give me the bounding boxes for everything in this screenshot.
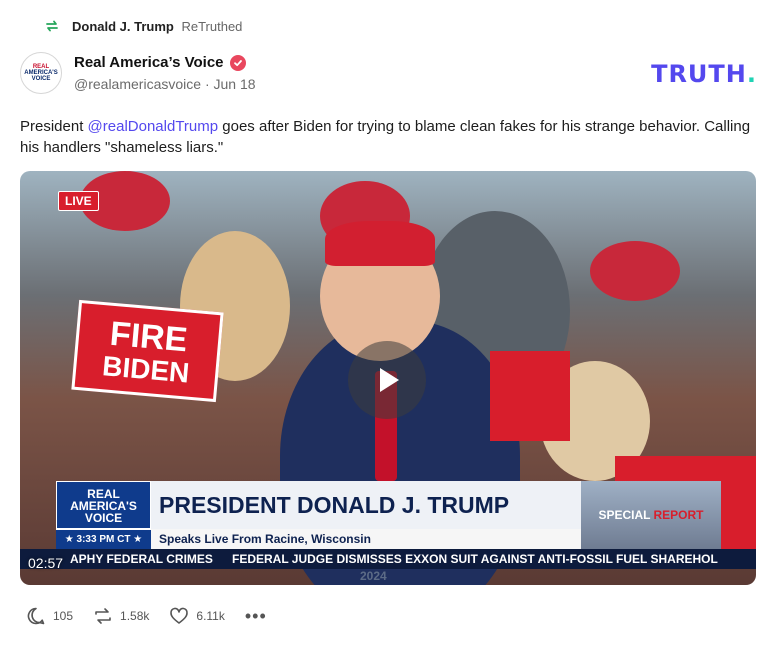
post-date[interactable]: Jun 18	[214, 76, 256, 92]
reply-icon	[27, 607, 45, 625]
report-label: REPORT	[653, 508, 704, 522]
truth-logo[interactable]: TRUTH.	[651, 60, 757, 88]
separator-dot: ·	[204, 76, 214, 92]
subheadline: Speaks Live From Racine, Wisconsin	[151, 529, 581, 549]
retruth-label: ReTruthed	[181, 18, 243, 34]
author-handle[interactable]: @realamericasvoice	[74, 76, 201, 92]
retruth-action-icon	[95, 608, 111, 624]
like-button[interactable]: 6.11k	[169, 606, 225, 626]
retruth-button[interactable]: 1.58k	[93, 606, 149, 626]
headline: PRESIDENT DONALD J. TRUMP	[151, 481, 581, 529]
heart-icon	[170, 607, 189, 624]
speaker-hat	[325, 221, 435, 266]
network-line-3: VOICE	[84, 511, 123, 525]
play-button[interactable]	[348, 341, 426, 419]
post-text-start: President	[20, 118, 88, 135]
post-author: REAL AMERICA'S VOICE Real America’s Voic…	[20, 52, 256, 94]
video-duration: 02:57	[28, 555, 64, 571]
ticker-year: 2024	[360, 569, 387, 583]
truth-logo-text: TRUTH	[651, 60, 747, 88]
fire-biden-sign: FIRE BIDEN	[71, 299, 224, 403]
verified-badge-icon	[229, 54, 246, 71]
reply-button[interactable]: 105	[26, 606, 73, 626]
news-ticker: APHY FEDERAL CRIMES FEDERAL JUDGE DISMIS…	[20, 549, 756, 569]
ticker-left: APHY FEDERAL CRIMES	[70, 552, 213, 566]
retruth-header: Donald J. Trump ReTruthed	[44, 18, 242, 34]
special-label: SPECIAL	[598, 508, 651, 522]
play-icon	[380, 368, 399, 392]
truth-logo-dot: .	[746, 60, 757, 88]
retruth-user-name[interactable]: Donald J. Trump	[72, 19, 174, 34]
retruth-icon	[44, 18, 60, 34]
retruth-count: 1.58k	[120, 609, 150, 623]
more-options-button[interactable]: •••	[244, 606, 267, 626]
avatar[interactable]: REAL AMERICA'S VOICE	[20, 52, 62, 94]
special-report-graphic: SPECIAL REPORT	[581, 481, 721, 549]
more-icon: •••	[244, 606, 267, 626]
reply-count: 105	[53, 609, 74, 623]
post-actions: 105 1.58k 6.11k •••	[26, 606, 267, 626]
live-badge: LIVE	[58, 191, 99, 211]
mention-link[interactable]: @realDonaldTrump	[88, 118, 219, 135]
author-display-name[interactable]: Real America’s Voice	[74, 54, 224, 71]
like-count: 6.11k	[196, 609, 225, 623]
avatar-text-3: VOICE	[31, 76, 51, 82]
post-body: President @realDonaldTrump goes after Bi…	[20, 116, 760, 158]
network-logo: REAL AMERICA'S VOICE	[56, 481, 151, 529]
video-player[interactable]: FIRE BIDEN LIVE REAL AMERICA'S VOICE ★ 3…	[20, 171, 756, 585]
news-lower-third: REAL AMERICA'S VOICE ★ 3:33 PM CT ★ PRES…	[56, 481, 721, 549]
broadcast-time: ★ 3:33 PM CT ★	[56, 529, 151, 549]
crowd-hat	[590, 241, 680, 301]
ticker-right: FEDERAL JUDGE DISMISSES EXXON SUIT AGAIN…	[232, 552, 718, 566]
background-sign	[490, 351, 570, 441]
